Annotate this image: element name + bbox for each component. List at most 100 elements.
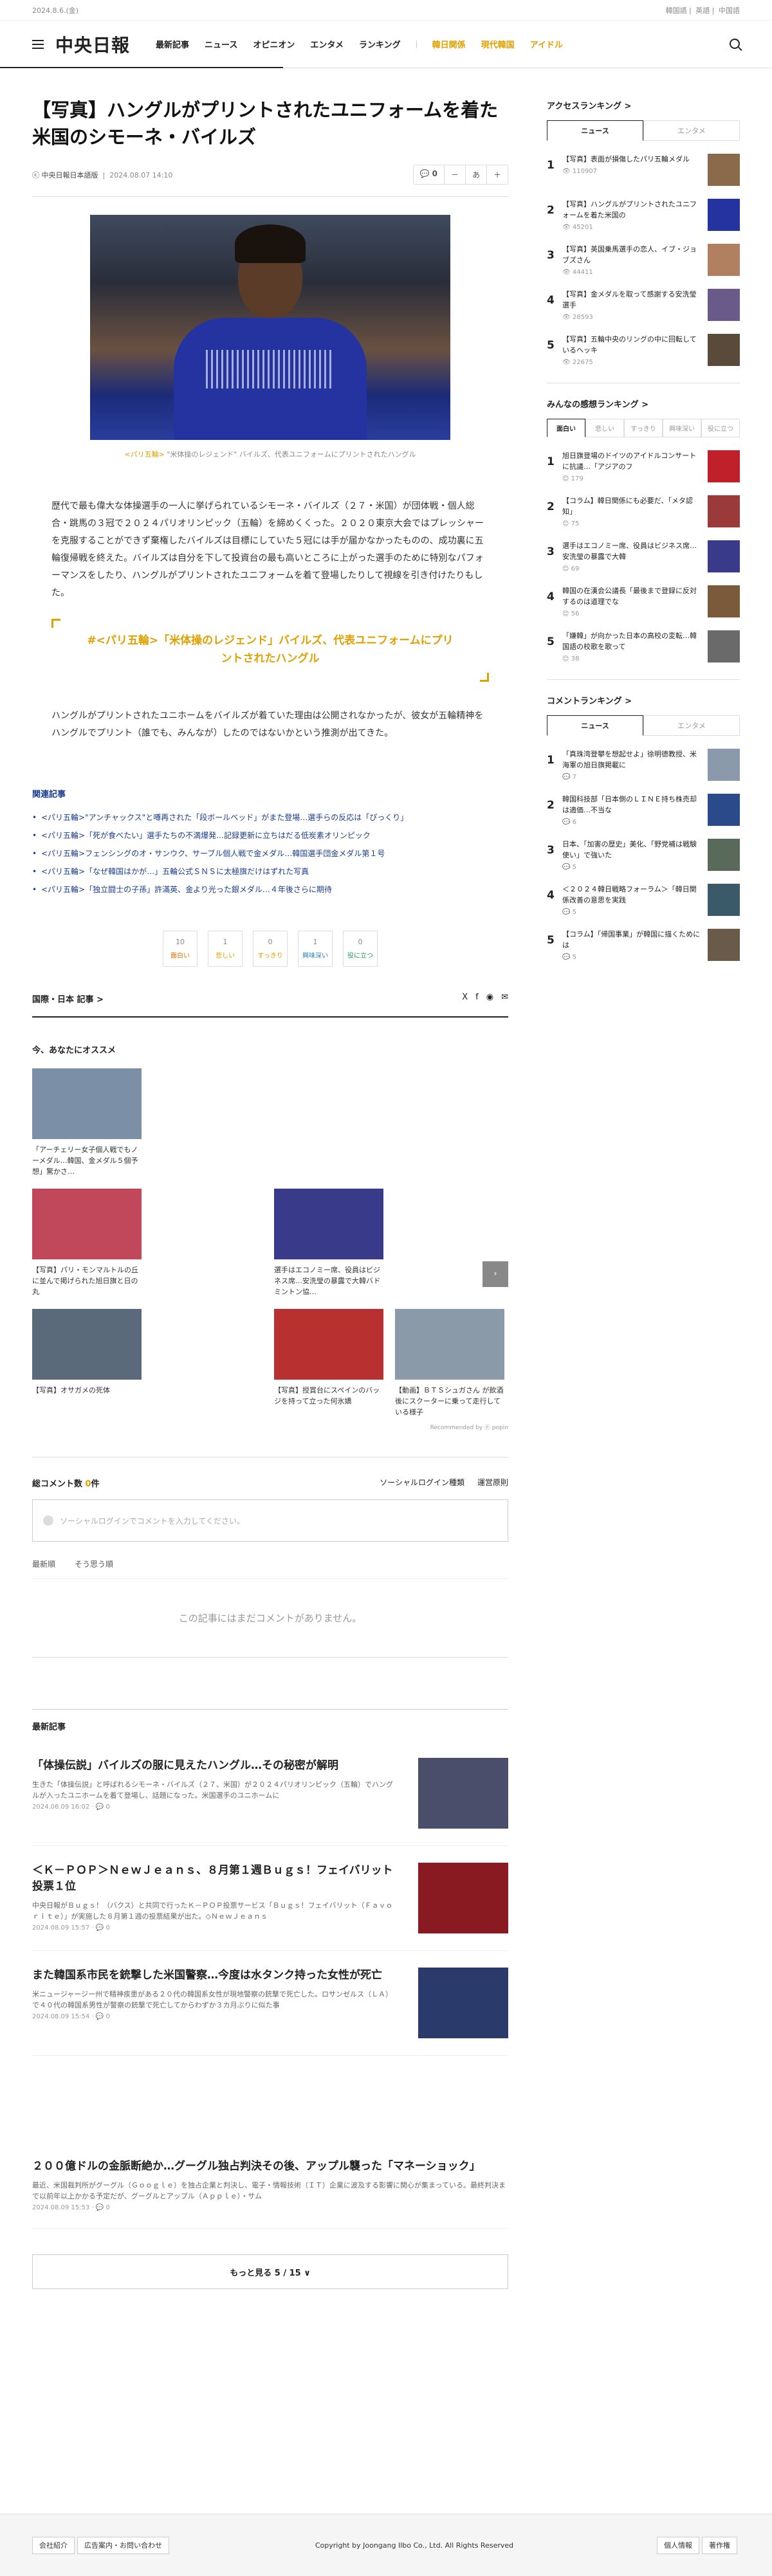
tab-sad[interactable]: 悲しい [585, 419, 624, 437]
rank-thumb [708, 289, 740, 321]
ranking-item[interactable]: 2 韓国科技部「日本側のＬＩＮＥ持ち株売却は適価…不当な 💬 6 [547, 794, 740, 826]
font-size-button[interactable]: あ [466, 165, 487, 184]
recommend-item[interactable]: 【動画】ＢＴＳシュガさん が飲酒後にスクーターに乗って走行している様子 [395, 1309, 504, 1418]
recommend-item[interactable]: 【写真】授賞台にスペインのバッジを持って立った何氷嬌 [274, 1309, 383, 1418]
comment-count-button[interactable]: 💬 0 [414, 165, 445, 184]
access-ranking-heading[interactable]: アクセスランキング > [547, 99, 740, 111]
rank-comments: 6 [572, 819, 577, 825]
tab-news[interactable]: ニュース [547, 120, 643, 141]
tab-interesting[interactable]: 興味深い [663, 419, 701, 437]
nav-korea-japan[interactable]: 韓日関係 [432, 38, 466, 50]
reaction-useful[interactable]: 0 役に立つ [343, 931, 378, 967]
feel-ranking-heading[interactable]: みんなの感想ランキング > [547, 397, 740, 410]
lang-english[interactable]: 英語 [695, 6, 710, 15]
reaction-label: 悲しい [216, 953, 235, 960]
reaction-sad[interactable]: 1 悲しい [208, 931, 243, 967]
related-item[interactable]: <パリ五輪>「死が食べたい」選手たちの不満爆発…記録更新に立ちはだる低炭素オリン… [32, 827, 508, 845]
reaction-funny[interactable]: 10 面白い [163, 931, 198, 967]
nav-news[interactable]: ニュース [205, 38, 237, 50]
ranking-item[interactable]: 2 【写真】ハングルがプリントされたユニフォームを着た米国の 👁 45201 [547, 199, 740, 231]
category-link[interactable]: 国際・日本 記事 > [32, 992, 104, 1005]
comment-input[interactable]: ソーシャルログインでコメントを入力してください。 [32, 1499, 508, 1542]
latest-item[interactable]: ＜Ｋ－ＰＯＰ＞ＮｅｗＪｅａｎｓ、８月第１週Ｂｕｇｓ！フェイバリット投票１位 中央日… [32, 1863, 508, 1951]
ranking-item[interactable]: 1 【写真】表面が損傷したパリ五輪メダル 👁 110907 [547, 154, 740, 186]
nav-modern-korea[interactable]: 現代韓国 [481, 38, 515, 50]
recommend-item[interactable]: 【写真】オサガメの死体 [32, 1309, 142, 1418]
facebook-share-icon[interactable]: f [475, 992, 479, 1005]
site-logo[interactable]: 中央日報 [55, 32, 130, 57]
related-heading: 関連記事 [32, 790, 66, 799]
ranking-item[interactable]: 5 【写真】五輪中央のリングの中に回転しているヘッキ 👁 22675 [547, 334, 740, 366]
pull-quote-text: #<パリ五輪>「米体操のレジェンド」バイルズ、代表ユニフォームにプリントされたハ… [87, 634, 454, 665]
tab-entertainment[interactable]: エンタメ [643, 120, 740, 141]
category-bar: 国際・日本 記事 > X f ◉ ✉ [32, 992, 508, 1018]
comments-count: 0 [85, 1479, 91, 1489]
rank-title: 韓国科技部「日本側のＬＩＮＥ持ち株売却は適価…不当な [562, 795, 697, 814]
rank-title: ＜２０２４韓日戦略フォーラム＞「韓日関係改善の意思を実践 [562, 885, 697, 904]
nav-ranking[interactable]: ランキング [359, 38, 401, 50]
nav-latest[interactable]: 最新記事 [156, 38, 189, 50]
ranking-item[interactable]: 3 選手はエコノミー席、役員はビジネス席…安洗瑩の暴露で大韓 😊 69 [547, 540, 740, 572]
next-arrow-icon[interactable]: › [482, 1261, 508, 1287]
ranking-item[interactable]: 1 「真珠湾登攀を想起せよ」徐明德教授、米海軍の旭日旗掲載に 💬 7 [547, 749, 740, 781]
recommend-section: 今、あなたにオススメ 「アーチェリー女子個人戦でもノーメダル…韓国、金メダル５個… [32, 1043, 508, 1431]
menu-icon[interactable] [32, 39, 44, 49]
latest-item[interactable]: また韓国系市民を銃撃した米国警察…今度は水タンク持った女性が死亡 米ニュージャージ… [32, 1968, 508, 2056]
copyright-link[interactable]: 著作権 [702, 2537, 737, 2554]
ranking-item[interactable]: 5 「嫌韓」が向かった日本の高校の変転…韓国語の校歌を歌って 😊 38 [547, 630, 740, 662]
tab-relief[interactable]: すっきり [624, 419, 663, 437]
tab-latest[interactable]: 最新順 [32, 1558, 55, 1569]
ranking-item[interactable]: 4 【写真】金メダルを取って感謝する安洗瑩選手 👁 28593 [547, 289, 740, 321]
article-title: 【写真】ハングルがプリントされたユニフォームを着た米国のシモーネ・バイルズ [32, 99, 499, 148]
related-item[interactable]: <パリ五輪>「独立闘士の子孫」許滿英、金より光った銀メダル…４年後さらに期待 [32, 881, 508, 899]
reaction-interesting[interactable]: 1 興味深い [298, 931, 333, 967]
article-photo [90, 215, 450, 440]
lang-chinese[interactable]: 中国語 [719, 6, 740, 15]
rank-reactions: 69 [571, 565, 580, 571]
recommend-item[interactable]: 「アーチェリー女子個人戦でもノーメダル…韓国、金メダル５個予想」驚かさ… [32, 1068, 142, 1177]
rank-views: 28593 [572, 314, 593, 320]
privacy-link[interactable]: 個人情報 [657, 2537, 699, 2554]
latest-comment-count: 0 [106, 1804, 110, 1811]
load-more-button[interactable]: もっと見る 5 / 15 ∨ [32, 2254, 508, 2289]
font-decrease-button[interactable]: － [445, 165, 466, 184]
search-icon[interactable] [730, 39, 740, 49]
ranking-item[interactable]: 3 【写真】英国乗馬選手の恋人、イブ・ジョブズさん 👁 44411 [547, 244, 740, 276]
tab-entertainment[interactable]: エンタメ [643, 715, 740, 736]
rank-thumb [708, 929, 740, 961]
recommend-credit: Recommended by ⓟ popin [430, 1425, 508, 1431]
ranking-item[interactable]: 1 旭日旗登場のドイツのアイドルコンサートに抗議…「アジアのフ 😊 179 [547, 450, 740, 482]
reaction-relief[interactable]: 0 すっきり [253, 931, 288, 967]
tab-agree[interactable]: そう思う順 [75, 1558, 113, 1569]
ranking-item[interactable]: 3 日本、「加害の歴史」美化、「野党補は戦験使い」で強いた 💬 5 [547, 839, 740, 871]
social-login-link[interactable]: ソーシャルログイン種類 [380, 1477, 464, 1489]
policy-link[interactable]: 運営原則 [477, 1477, 508, 1489]
latest-item[interactable]: 「体操伝説」バイルズの服に見えたハングル…その秘密が解明 生きた「体操伝説」と呼ば… [32, 1758, 508, 1846]
tab-funny[interactable]: 面白い [547, 419, 585, 437]
email-share-icon[interactable]: ✉ [501, 992, 508, 1005]
tab-news[interactable]: ニュース [547, 715, 643, 736]
related-item[interactable]: <パリ五輪>フェンシングのオ・サンウク、サーブル個人戦で金メダル…韓国選手団金メ… [32, 845, 508, 863]
font-increase-button[interactable]: ＋ [487, 165, 508, 184]
company-info-button[interactable]: 会社紹介 [32, 2537, 75, 2554]
rank-thumb [708, 334, 740, 366]
ad-contact-button[interactable]: 広告案内・お問い合わせ [77, 2537, 169, 2554]
x-share-icon[interactable]: X [462, 992, 468, 1005]
ranking-item[interactable]: 2 【コラム】韓日関係にも必要だ、「メタ認知」 😊 75 [547, 495, 740, 527]
tab-useful[interactable]: 役に立つ [701, 419, 740, 437]
recommend-item[interactable]: 【写真】パリ・モンマルトルの丘に並んで掲げられた旭日旗と日の丸 [32, 1189, 142, 1297]
comment-ranking-heading[interactable]: コメントランキング > [547, 694, 740, 706]
ranking-item[interactable]: 5 【コラム】「帰国事業」が韓国に描くためには 💬 5 [547, 929, 740, 961]
nav-entertainment[interactable]: エンタメ [310, 38, 344, 50]
lang-korean[interactable]: 韓国語 [666, 6, 687, 15]
related-item[interactable]: <パリ五輪>「なぜ韓国はかが…」五輪公式ＳＮＳに太極旗だけはずれた写真 [32, 863, 508, 881]
nav-opinion[interactable]: オピニオン [253, 38, 295, 50]
ranking-item[interactable]: 4 韓国の在漢会公議長「最後まで登録に反対するのは道理でな 😊 56 [547, 585, 740, 617]
pull-quote: #<パリ五輪>「米体操のレジェンド」バイルズ、代表ユニフォームにプリントされたハ… [51, 619, 489, 682]
ranking-item[interactable]: 4 ＜２０２４韓日戦略フォーラム＞「韓日関係改善の意思を実践 💬 5 [547, 884, 740, 916]
latest-item[interactable]: ２００億ドルの金脈断絶か…グーグル独占判決その後、アップル襲った「マネーショック… [32, 2159, 508, 2229]
related-item[interactable]: <パリ五輪>"アンチャックス"と噂再された「段ボールベッド」がまた登場…選手らの… [32, 808, 508, 827]
line-share-icon[interactable]: ◉ [486, 992, 493, 1005]
recommend-item[interactable]: 選手はエコノミー席、役員はビジネス席…安洗瑩の暴露で大韓バドミントン協… [274, 1189, 383, 1297]
nav-idol[interactable]: アイドル [530, 38, 563, 50]
